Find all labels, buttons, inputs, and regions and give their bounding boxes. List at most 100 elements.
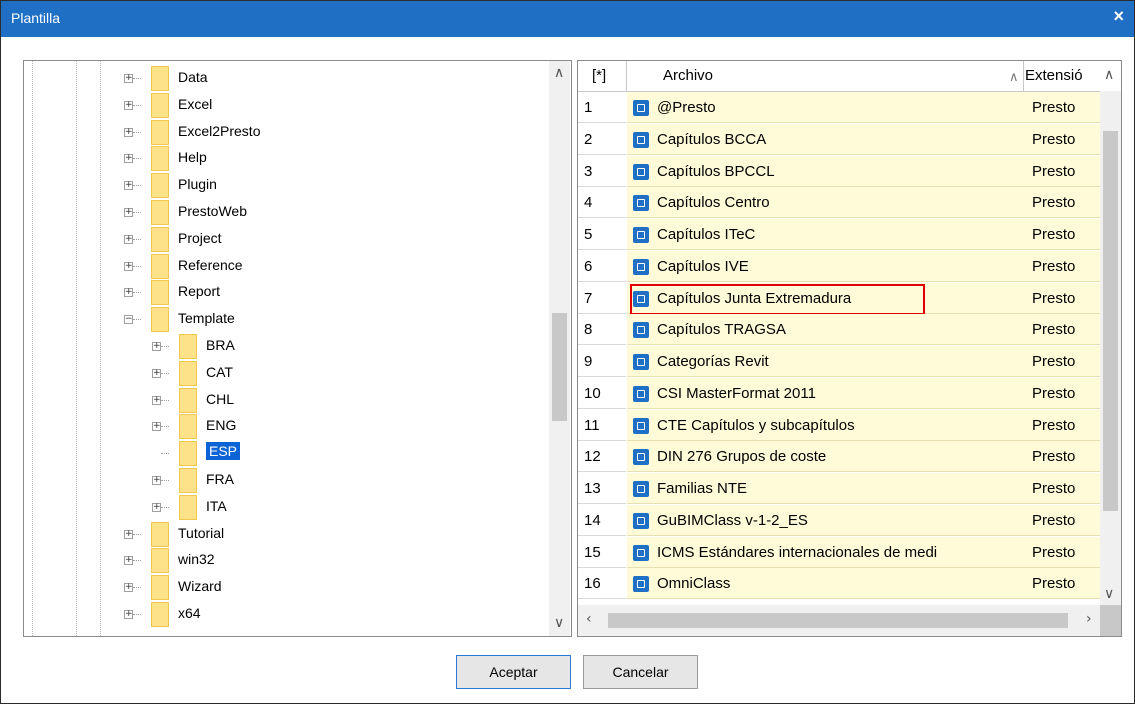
table-row[interactable]: 11 CTE Capítulos y subcapítulos Presto [578, 409, 1100, 441]
file-name[interactable]: Capítulos TRAGSA [657, 321, 786, 338]
expand-icon[interactable]: + [124, 154, 133, 164]
template-grid[interactable]: [*] Archivo ∧ Extensió 1 @Presto Presto 2 Ca… [577, 60, 1122, 637]
tree-item[interactable]: + BRA [24, 334, 549, 360]
tree-item-label[interactable]: Reference [178, 257, 243, 273]
table-row[interactable]: 2 Capítulos BCCA Presto [578, 123, 1100, 155]
scrollbar-thumb[interactable] [608, 613, 1068, 628]
tree-item[interactable]: + Data [24, 66, 549, 92]
table-row[interactable]: 9 Categorías Revit Presto [578, 346, 1100, 377]
tree-item-label[interactable]: Wizard [178, 578, 222, 594]
file-name[interactable]: Capítulos Centro [657, 194, 770, 211]
tree-vertical-scrollbar[interactable]: ∧ ∨ [549, 61, 570, 636]
cancel-button[interactable]: Cancelar [583, 655, 698, 689]
table-row[interactable]: 5 Capítulos ITeC Presto [578, 219, 1100, 250]
tree-item-label[interactable]: Help [178, 149, 207, 165]
table-row[interactable]: 10 CSI MasterFormat 2011 Presto [578, 377, 1100, 409]
tree-item-label[interactable]: PrestoWeb [178, 203, 247, 219]
scroll-up-icon[interactable]: ∧ [1104, 67, 1114, 83]
expand-icon[interactable]: + [124, 610, 133, 619]
tree-item-label[interactable]: Project [178, 230, 222, 246]
scrollbar-thumb[interactable] [552, 313, 567, 421]
scroll-up-icon[interactable]: ∧ [554, 65, 564, 81]
accept-button[interactable]: Aceptar [456, 655, 571, 689]
column-header-extension[interactable]: Extensió [1025, 67, 1083, 84]
file-name[interactable]: ICMS Estándares internacionales de medi [657, 544, 937, 561]
folder-tree[interactable]: ∧ ∨ + Data + Excel + Excel2Presto + Help + Plugin… [23, 60, 572, 637]
expand-icon[interactable]: + [124, 181, 133, 191]
tree-item-label[interactable]: ESP [206, 442, 241, 461]
tree-item[interactable]: + CAT [24, 360, 549, 387]
file-name[interactable]: GuBIMClass v-1-2_ES [657, 512, 808, 529]
expand-icon[interactable]: + [124, 208, 133, 217]
tree-item-label[interactable]: ENG [206, 417, 236, 433]
tree-item-label[interactable]: Plugin [178, 176, 217, 192]
tree-item[interactable]: + Wizard [24, 575, 549, 601]
expand-icon[interactable]: + [152, 476, 161, 485]
tree-item-label[interactable]: Excel2Presto [178, 123, 260, 139]
tree-item-label[interactable]: win32 [178, 551, 215, 567]
file-name[interactable]: OmniClass [657, 575, 730, 592]
collapse-icon[interactable]: − [124, 315, 133, 325]
tree-item-label[interactable]: Data [178, 69, 208, 85]
tree-item[interactable]: + PrestoWeb [24, 200, 549, 226]
tree-item[interactable]: + Excel [24, 92, 549, 119]
scroll-left-icon[interactable]: ‹ [586, 611, 592, 627]
tree-item[interactable]: + Excel2Presto [24, 119, 549, 146]
tree-item[interactable]: + win32 [24, 548, 549, 574]
tree-item[interactable]: − Template [24, 307, 549, 333]
column-header-file[interactable]: Archivo [663, 67, 713, 84]
tree-item-label[interactable]: FRA [206, 471, 234, 487]
expand-icon[interactable]: + [124, 529, 133, 539]
tree-item[interactable]: + Help [24, 146, 549, 172]
file-name[interactable]: Capítulos BPCCL [657, 163, 775, 180]
table-row[interactable]: 8 Capítulos TRAGSA Presto [578, 314, 1100, 346]
expand-icon[interactable]: + [124, 556, 133, 566]
grid-vertical-scrollbar[interactable] [1100, 91, 1121, 636]
grid-horizontal-scrollbar[interactable]: ‹ › [578, 605, 1100, 636]
scroll-down-icon[interactable]: ∨ [554, 615, 564, 631]
scroll-right-icon[interactable]: › [1086, 611, 1092, 627]
expand-icon[interactable]: + [152, 368, 161, 378]
table-row[interactable]: 13 Familias NTE Presto [578, 473, 1100, 504]
tree-item-label[interactable]: BRA [206, 337, 235, 353]
table-row[interactable]: 12 DIN 276 Grupos de coste Presto [578, 441, 1100, 473]
scroll-down-icon[interactable]: ∨ [1104, 586, 1114, 602]
expand-icon[interactable]: + [124, 288, 133, 298]
table-row[interactable]: 15 ICMS Estándares internacionales de med… [578, 536, 1100, 568]
tree-item-label[interactable]: Report [178, 283, 220, 299]
table-row[interactable]: 4 Capítulos Centro Presto [578, 187, 1100, 219]
title-bar[interactable]: Plantilla × [1, 1, 1134, 37]
file-name[interactable]: DIN 276 Grupos de coste [657, 448, 826, 465]
file-name[interactable]: Categorías Revit [657, 353, 769, 370]
tree-item[interactable]: + Tutorial [24, 521, 549, 548]
tree-item[interactable]: + ITA [24, 494, 549, 521]
tree-item-label[interactable]: x64 [178, 605, 201, 621]
tree-item[interactable]: + x64 [24, 602, 549, 628]
tree-item[interactable]: + CHL [24, 387, 549, 414]
expand-icon[interactable]: + [152, 395, 161, 405]
tree-item-label[interactable]: Excel [178, 96, 212, 112]
tree-item[interactable]: + Project [24, 226, 549, 253]
expand-icon[interactable]: + [124, 261, 133, 271]
expand-icon[interactable]: + [124, 234, 133, 244]
table-row[interactable]: 14 GuBIMClass v-1-2_ES Presto [578, 504, 1100, 536]
close-icon[interactable]: × [1113, 6, 1124, 27]
table-row[interactable]: 6 Capítulos IVE Presto [578, 250, 1100, 282]
expand-icon[interactable]: + [152, 422, 161, 432]
tree-item-label[interactable]: ITA [206, 498, 227, 514]
expand-icon[interactable]: + [152, 342, 161, 351]
expand-icon[interactable]: + [124, 127, 133, 137]
expand-icon[interactable]: + [152, 502, 161, 512]
tree-item[interactable]: + Report [24, 280, 549, 306]
table-row[interactable]: 16 OmniClass Presto [578, 568, 1100, 600]
table-row[interactable]: 1 @Presto Presto [578, 92, 1100, 123]
table-row[interactable]: 3 Capítulos BPCCL Presto [578, 155, 1100, 187]
expand-icon[interactable]: + [124, 100, 133, 110]
file-name[interactable]: Capítulos BCCA [657, 131, 766, 148]
file-name[interactable]: CTE Capítulos y subcapítulos [657, 417, 855, 434]
tree-item[interactable]: ESP [24, 441, 549, 467]
tree-item[interactable]: + FRA [24, 468, 549, 494]
tree-item-label[interactable]: Template [178, 310, 235, 326]
file-name[interactable]: Capítulos ITeC [657, 226, 755, 243]
tree-item[interactable]: + ENG [24, 414, 549, 440]
